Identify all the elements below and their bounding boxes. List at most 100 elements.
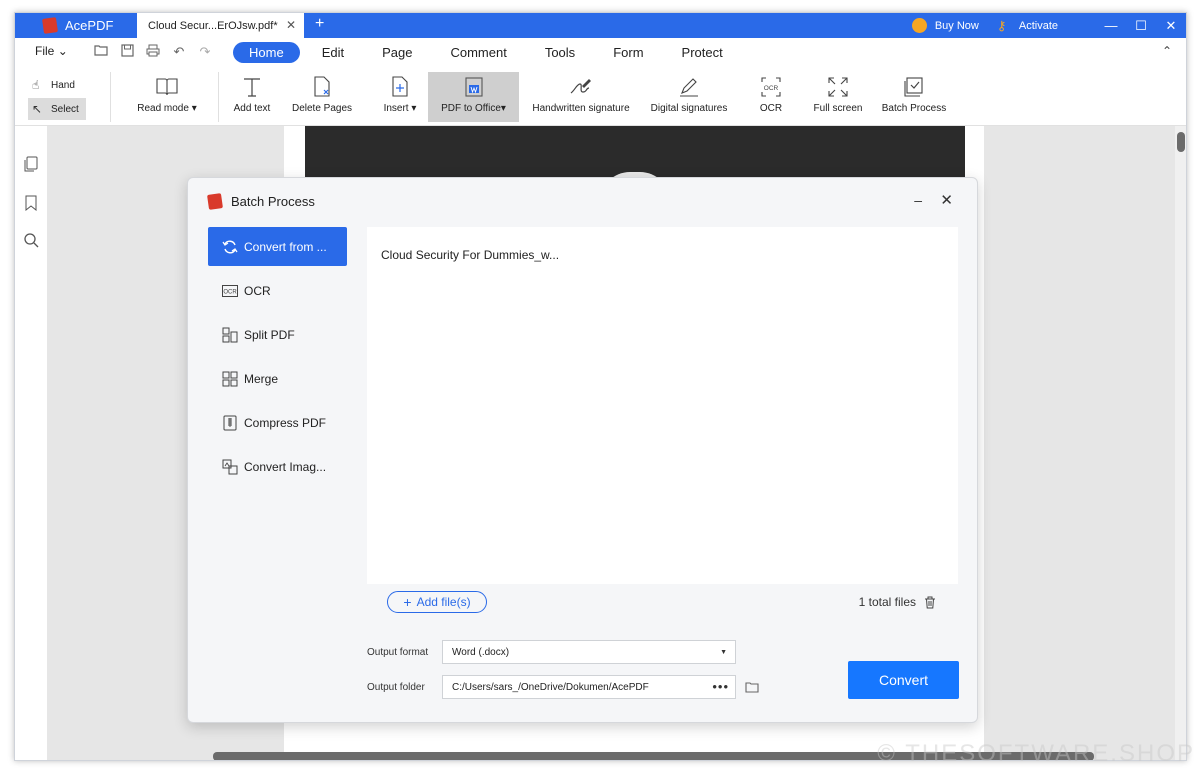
dropdown-caret-icon: ▼ xyxy=(720,649,727,656)
batch-process-button[interactable]: Batch Process xyxy=(879,72,949,122)
new-tab-button[interactable]: + xyxy=(315,15,324,33)
nav-merge[interactable]: Merge xyxy=(208,359,347,398)
menu-tabs: Home Edit Page Comment Tools Form Protec… xyxy=(233,42,745,63)
minimize-window-icon[interactable]: — xyxy=(1096,18,1126,33)
pencil-icon xyxy=(676,74,702,100)
add-text-button[interactable]: Add text xyxy=(229,72,275,122)
menu-bar: File ⌄ ↶ ↷ Home Edit Page Comment Tools … xyxy=(15,38,1186,68)
nav-convert-from[interactable]: Convert from ... xyxy=(208,227,347,266)
ocr-icon: OCR xyxy=(221,282,238,299)
delete-pages-label: Delete Pages xyxy=(291,103,353,114)
activate-button[interactable]: ⚷ Activate xyxy=(997,18,1058,33)
tab-tools[interactable]: Tools xyxy=(529,42,591,63)
output-format-value: Word (.docx) xyxy=(452,646,510,658)
chevron-down-icon: ⌄ xyxy=(57,44,68,58)
undo-icon[interactable]: ↶ xyxy=(171,44,187,60)
ocr-icon: OCR xyxy=(758,74,784,100)
pdf-to-office-button[interactable]: PDF to Office▾ xyxy=(428,72,519,122)
coin-icon xyxy=(911,18,927,33)
vertical-scrollbar[interactable] xyxy=(1175,126,1186,760)
add-files-button[interactable]: + Add file(s) xyxy=(387,591,487,613)
open-folder-icon[interactable] xyxy=(93,44,109,60)
app-tab[interactable]: AcePDF xyxy=(15,13,137,38)
select-tool-button[interactable]: ↖ Select xyxy=(28,98,86,120)
acepdf-logo-icon xyxy=(207,193,223,210)
search-icon[interactable] xyxy=(23,232,39,248)
collapse-ribbon-icon[interactable]: ⌃ xyxy=(1162,44,1172,58)
batch-nav: Convert from ... OCR OCR Split PDF Merge… xyxy=(208,227,347,491)
more-options-icon[interactable]: ••• xyxy=(712,679,729,694)
document-tab[interactable]: Cloud Secur...ErOJsw.pdf* ✕ xyxy=(137,13,304,38)
nav-split-pdf-label: Split PDF xyxy=(244,327,295,342)
handwritten-signature-button[interactable]: Handwritten signature xyxy=(529,72,633,122)
vertical-scroll-thumb[interactable] xyxy=(1177,132,1185,152)
digital-signatures-label: Digital signatures xyxy=(650,103,728,114)
hand-select-group: ☝ Hand ↖ Select xyxy=(28,74,86,122)
read-mode-button[interactable]: Read mode ▾ xyxy=(132,72,202,122)
book-icon xyxy=(154,74,180,100)
tab-edit[interactable]: Edit xyxy=(306,42,360,63)
close-window-icon[interactable]: ✕ xyxy=(1156,18,1186,34)
split-icon xyxy=(221,326,238,343)
nav-convert-image-label: Convert Imag... xyxy=(244,459,327,474)
output-format-label: Output format xyxy=(367,647,429,658)
output-folder-field[interactable]: C:/Users/sars_/OneDrive/Dokumen/AcePDF •… xyxy=(442,675,736,699)
dropdown-caret-icon: ▾ xyxy=(500,103,506,114)
plus-icon: + xyxy=(403,594,412,610)
file-list-footer: + Add file(s) 1 total files xyxy=(367,584,958,620)
nav-convert-from-label: Convert from ... xyxy=(244,239,327,254)
hand-label: Hand xyxy=(51,79,75,91)
file-menu[interactable]: File ⌄ xyxy=(35,44,68,58)
select-label: Select xyxy=(51,103,79,115)
dropdown-caret-icon: ▾ xyxy=(411,103,417,114)
tab-protect[interactable]: Protect xyxy=(666,42,739,63)
insert-button[interactable]: Insert ▾ xyxy=(377,72,423,122)
minimize-dialog-icon[interactable]: – xyxy=(914,192,922,208)
nav-convert-image[interactable]: Convert Imag... xyxy=(208,447,347,486)
dialog-title-label: Batch Process xyxy=(231,194,315,209)
tab-comment[interactable]: Comment xyxy=(434,42,522,63)
ocr-button[interactable]: OCR OCR xyxy=(753,72,789,122)
file-list-item[interactable]: Cloud Security For Dummies_w... xyxy=(381,248,559,262)
save-icon[interactable] xyxy=(119,44,135,60)
pen-signature-icon xyxy=(568,74,594,100)
acepdf-logo-icon xyxy=(42,17,58,34)
quick-access-toolbar: ↶ ↷ xyxy=(93,44,213,60)
bookmark-icon[interactable] xyxy=(23,195,39,212)
total-files-group: 1 total files xyxy=(859,595,936,609)
dropdown-caret-icon: ▾ xyxy=(191,103,197,114)
insert-page-icon xyxy=(387,74,413,100)
watermark: © THESOFTWARE.SHOP xyxy=(877,740,1195,767)
file-menu-label: File xyxy=(35,44,55,58)
output-format-select[interactable]: Word (.docx) ▼ xyxy=(442,640,736,664)
close-dialog-icon[interactable]: ✕ xyxy=(940,191,953,209)
hand-tool-button[interactable]: ☝ Hand xyxy=(28,74,86,96)
convert-button[interactable]: Convert xyxy=(848,661,959,699)
file-list-panel: Cloud Security For Dummies_w... + Add fi… xyxy=(367,227,958,620)
open-folder-icon[interactable] xyxy=(745,681,759,693)
tab-home[interactable]: Home xyxy=(233,42,300,63)
nav-compress-pdf[interactable]: Compress PDF xyxy=(208,403,347,442)
title-bar: AcePDF Cloud Secur...ErOJsw.pdf* ✕ + Buy… xyxy=(15,13,1186,38)
svg-text:OCR: OCR xyxy=(764,85,779,92)
read-mode-label: Read mode xyxy=(137,103,189,114)
close-tab-icon[interactable]: ✕ xyxy=(286,18,296,32)
print-icon[interactable] xyxy=(145,44,161,60)
buy-now-button[interactable]: Buy Now xyxy=(911,18,979,33)
pdf-to-office-label: PDF to Office xyxy=(441,103,501,114)
delete-pages-button[interactable]: Delete Pages xyxy=(287,72,357,122)
batch-check-icon xyxy=(901,74,927,100)
text-icon xyxy=(239,74,265,100)
trash-icon[interactable] xyxy=(924,596,936,609)
redo-icon[interactable]: ↷ xyxy=(197,44,213,60)
nav-split-pdf[interactable]: Split PDF xyxy=(208,315,347,354)
nav-ocr[interactable]: OCR OCR xyxy=(208,271,347,310)
tab-page[interactable]: Page xyxy=(366,42,428,63)
pages-thumbnail-icon[interactable] xyxy=(23,156,39,172)
tab-form[interactable]: Form xyxy=(597,42,659,63)
maximize-window-icon[interactable]: ☐ xyxy=(1126,18,1156,34)
insert-label: Insert xyxy=(383,103,409,114)
digital-signatures-button[interactable]: Digital signatures xyxy=(647,72,731,122)
full-screen-button[interactable]: Full screen xyxy=(810,72,866,122)
convert-icon xyxy=(221,238,238,255)
